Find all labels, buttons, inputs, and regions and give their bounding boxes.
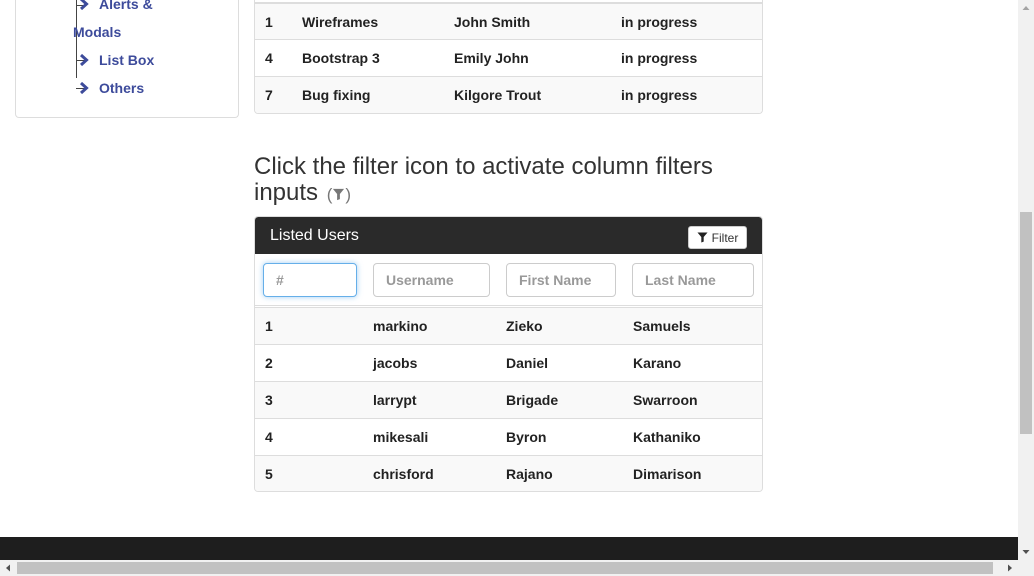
user-last-name: Kathaniko [633, 429, 701, 445]
tasks-table: 1 Wireframes John Smith in progress 4 Bo… [254, 0, 763, 114]
last-name-filter-input[interactable] [632, 263, 754, 297]
user-last-name: Karano [633, 355, 682, 371]
task-assignee: Emily John [454, 50, 529, 66]
filter-icon [333, 188, 345, 201]
task-id: 7 [265, 87, 273, 103]
filter-row [255, 254, 762, 306]
user-username: chrisford [373, 466, 434, 482]
id-filter-input[interactable] [263, 263, 357, 297]
user-id: 3 [265, 392, 273, 408]
table-row: 2 jacobs Daniel Karano [255, 344, 762, 381]
task-id: 4 [265, 50, 273, 66]
username-filter-input[interactable] [373, 263, 490, 297]
table-row: 5 chrisford Rajano Dimarison [255, 455, 762, 491]
sidebar-item-list-box[interactable]: List Box [78, 52, 154, 68]
user-username: markino [373, 318, 428, 334]
user-id: 1 [265, 318, 273, 334]
chevron-right-icon [78, 0, 90, 10]
sidebar-item-alerts-modals-cont[interactable]: Modals [73, 24, 121, 40]
user-first-name: Zieko [506, 318, 543, 334]
listed-users-panel: Listed Users Filter 1 markino Zieko Samu… [254, 216, 763, 492]
chevron-right-icon [78, 82, 90, 94]
table-row: 4 mikesali Byron Kathaniko [255, 418, 762, 455]
task-status: in progress [621, 87, 698, 103]
table-row: 1 Wireframes John Smith in progress [255, 2, 762, 39]
user-last-name: Samuels [633, 318, 691, 334]
scroll-left-arrow-icon[interactable] [0, 560, 16, 576]
vertical-scrollbar-thumb[interactable] [1020, 212, 1032, 434]
table-row: 1 markino Zieko Samuels [255, 307, 762, 344]
table-row: 4 Bootstrap 3 Emily John in progress [255, 39, 762, 76]
filter-icon [697, 232, 708, 243]
sidebar-item-label: Alerts & [99, 0, 153, 12]
user-username: mikesali [373, 429, 429, 445]
horizontal-scrollbar[interactable] [0, 560, 1034, 576]
filter-hint: () [327, 185, 351, 204]
user-first-name: Byron [506, 429, 547, 445]
sidebar-item-alerts-modals[interactable]: Alerts & [78, 0, 153, 12]
task-name: Bug fixing [302, 87, 371, 103]
task-id: 1 [265, 14, 273, 30]
sidebar-item-others[interactable]: Others [78, 80, 144, 96]
panel-heading: Listed Users Filter [255, 217, 762, 254]
section-heading-text: Click the filter icon to activate column… [254, 153, 713, 206]
user-first-name: Daniel [506, 355, 549, 371]
task-status: in progress [621, 50, 698, 66]
first-name-filter-input[interactable] [506, 263, 616, 297]
chevron-right-icon [78, 54, 90, 66]
sidebar-item-label: List Box [99, 52, 155, 68]
vertical-scrollbar[interactable] [1018, 0, 1034, 560]
user-last-name: Dimarison [633, 466, 702, 482]
user-username: larrypt [373, 392, 417, 408]
horizontal-scrollbar-thumb[interactable] [17, 562, 993, 574]
scroll-down-arrow-icon[interactable] [1018, 544, 1034, 560]
sidebar-item-label: Others [99, 80, 145, 96]
sidebar-panel: Alerts & Modals List Box Others [15, 0, 239, 118]
scroll-up-arrow-icon[interactable] [1018, 0, 1034, 16]
user-first-name: Rajano [506, 466, 553, 482]
task-name: Wireframes [302, 14, 379, 30]
scroll-right-arrow-icon[interactable] [1002, 560, 1018, 576]
task-name: Bootstrap 3 [302, 50, 380, 66]
filter-button-label: Filter [711, 230, 739, 245]
user-username: jacobs [373, 355, 418, 371]
user-last-name: Swarroon [633, 392, 698, 408]
user-first-name: Brigade [506, 392, 559, 408]
page-footer [0, 537, 1018, 561]
filter-button[interactable]: Filter [688, 226, 747, 249]
task-status: in progress [621, 14, 698, 30]
panel-title: Listed Users [270, 227, 359, 244]
hint-close-paren: ) [345, 185, 352, 204]
table-row: 3 larrypt Brigade Swarroon [255, 381, 762, 418]
user-id: 2 [265, 355, 273, 371]
sidebar-item-label: Modals [73, 24, 122, 40]
task-assignee: John Smith [454, 14, 531, 30]
section-heading: Click the filter icon to activate column… [254, 154, 774, 208]
user-id: 5 [265, 466, 273, 482]
table-row: 7 Bug fixing Kilgore Trout in progress [255, 76, 762, 113]
task-assignee: Kilgore Trout [454, 87, 542, 103]
user-id: 4 [265, 429, 273, 445]
